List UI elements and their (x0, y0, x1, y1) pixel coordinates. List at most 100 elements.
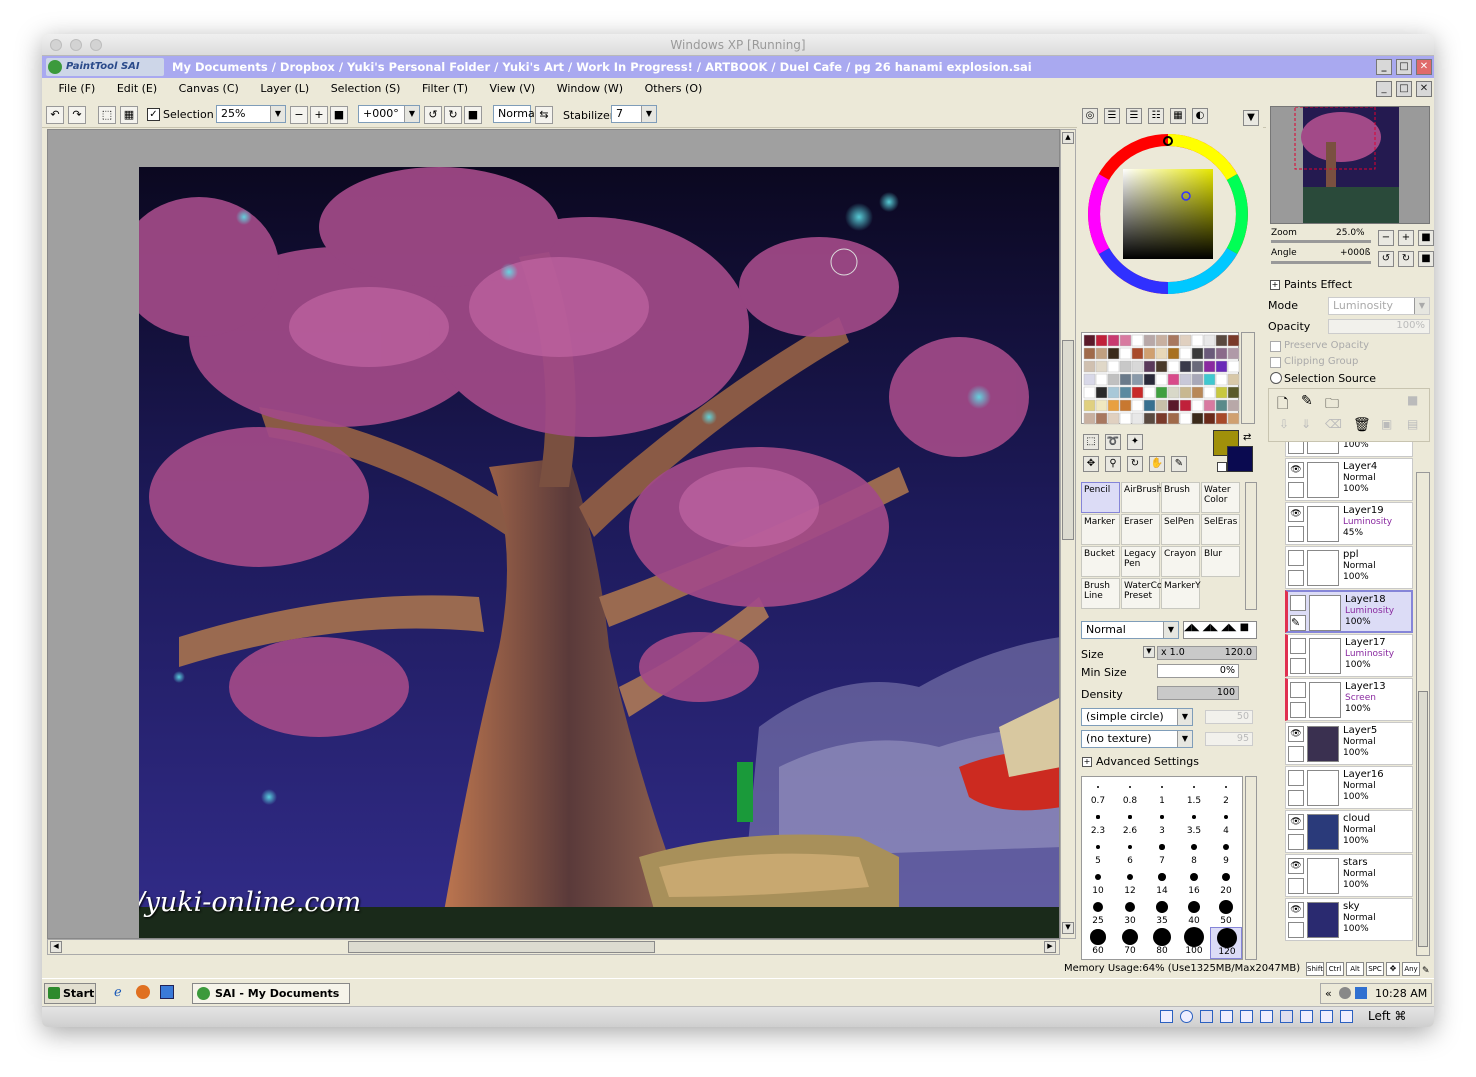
vbox-audio-icon[interactable] (1200, 1010, 1213, 1023)
vbox-display-icon[interactable] (1280, 1010, 1293, 1023)
tool-marker[interactable]: Marker (1081, 514, 1120, 545)
brush-size-30[interactable]: 30 (1114, 897, 1146, 929)
rotate-right-icon[interactable]: ↻ (444, 106, 462, 124)
brush-size-80[interactable]: 80 (1146, 927, 1178, 959)
tool-pencil[interactable]: Pencil (1081, 482, 1120, 513)
visibility-eye-icon[interactable] (1288, 550, 1304, 566)
swatch-cell[interactable] (1203, 334, 1216, 347)
layer-row-layer13[interactable]: Layer13 Screen 100% (1285, 678, 1413, 721)
swatch-cell[interactable] (1155, 412, 1168, 425)
brush-size-14[interactable]: 14 (1146, 867, 1178, 899)
brush-size-25[interactable]: 25 (1082, 897, 1114, 929)
preserve-opacity-checkbox[interactable] (1270, 341, 1281, 352)
undo-icon[interactable]: ↶ (46, 106, 64, 124)
shape-strength[interactable]: 50 (1205, 710, 1253, 724)
layer-row-layer17[interactable]: Layer17 Luminosity 100% (1285, 634, 1413, 677)
swatch-cell[interactable] (1095, 412, 1108, 425)
zoom-combo[interactable]: 25% ▼ (216, 105, 286, 123)
swatch-cell[interactable] (1203, 347, 1216, 360)
minimize-button[interactable]: _ (1376, 59, 1392, 75)
key-spc[interactable]: SPC (1366, 962, 1384, 976)
layer-row[interactable]: Normal100% (1285, 442, 1413, 457)
swatch-cell[interactable] (1227, 412, 1240, 425)
layer-row-cloud[interactable]: 👁 cloud Normal 100% (1285, 810, 1413, 853)
swatches-tab-icon[interactable]: ▦ (1170, 108, 1186, 124)
layer-lock-checkbox[interactable] (1288, 878, 1304, 894)
rotation-combo[interactable]: +000° ▼ (358, 105, 420, 123)
start-button[interactable]: Start (44, 983, 96, 1004)
swatch-cell[interactable] (1095, 360, 1108, 373)
swatch-cell[interactable] (1215, 360, 1228, 373)
swatch-cell[interactable] (1131, 399, 1144, 412)
move-icon[interactable]: ✥ (1083, 456, 1099, 472)
layer-opacity-slider[interactable]: 100% (1328, 319, 1430, 334)
swatch-cell[interactable] (1143, 386, 1156, 399)
brush-size-2.3[interactable]: 2.3 (1082, 807, 1114, 839)
visibility-eye-icon[interactable]: 👁 (1288, 858, 1304, 874)
visibility-eye-icon[interactable] (1290, 638, 1306, 654)
swatch-cell[interactable] (1155, 373, 1168, 386)
menu-selection[interactable]: Selection (S) (322, 78, 410, 100)
swatch-cell[interactable] (1215, 373, 1228, 386)
swatch-cell[interactable] (1119, 399, 1132, 412)
clipping-group-checkbox[interactable] (1270, 357, 1281, 368)
firefox-icon[interactable] (136, 985, 150, 999)
doc-close-button[interactable]: ✕ (1416, 81, 1432, 97)
swatch-cell[interactable] (1167, 360, 1180, 373)
swatch-cell[interactable] (1191, 360, 1204, 373)
swatch-cell[interactable] (1203, 373, 1216, 386)
brush-size-20[interactable]: 20 (1210, 867, 1242, 899)
canvas-viewport[interactable]: http://yuki-online.com (47, 129, 1060, 939)
key-shift[interactable]: Shift (1306, 962, 1324, 976)
min-size-slider[interactable]: 0% (1157, 664, 1239, 678)
nav-zoom-reset-icon[interactable]: ■ (1418, 230, 1434, 246)
nav-zoom-in-icon[interactable]: + (1398, 230, 1414, 246)
layer-lock-checkbox[interactable] (1288, 790, 1304, 806)
merge-down-icon[interactable]: ⇓ (1301, 417, 1311, 431)
swatch-cell[interactable] (1095, 373, 1108, 386)
canvas-hscrollbar[interactable]: ◀ ▶ (47, 939, 1060, 955)
menu-window[interactable]: Window (W) (548, 78, 632, 100)
swatch-cell[interactable] (1203, 399, 1216, 412)
vbox-hdd-icon[interactable] (1160, 1010, 1173, 1023)
swatch-cell[interactable] (1083, 334, 1096, 347)
key-ctrl[interactable]: Ctrl (1326, 962, 1344, 976)
tool-waterco-preset[interactable]: WaterCo Preset (1121, 578, 1162, 609)
close-dot[interactable] (50, 39, 62, 51)
hand-icon[interactable]: ✋ (1149, 456, 1165, 472)
swatch-cell[interactable] (1227, 334, 1240, 347)
delete-layer-icon[interactable]: 🗑 (1353, 417, 1371, 433)
brush-size-12[interactable]: 12 (1114, 867, 1146, 899)
brush-size-1[interactable]: 1 (1146, 777, 1178, 809)
selection-source-radio[interactable] (1270, 372, 1282, 384)
tray-network-icon[interactable] (1355, 987, 1367, 999)
swatch-cell[interactable] (1155, 334, 1168, 347)
vbox-shared-folder-icon[interactable] (1260, 1010, 1273, 1023)
swatch-grid[interactable] (1081, 332, 1240, 425)
redo-icon[interactable]: ↷ (68, 106, 86, 124)
swatch-cell[interactable] (1191, 399, 1204, 412)
swatch-cell[interactable] (1143, 399, 1156, 412)
menu-layer[interactable]: Layer (L) (251, 78, 318, 100)
key-alt[interactable]: Alt (1346, 962, 1364, 976)
zoom-in-icon[interactable]: + (310, 106, 328, 124)
swatch-cell[interactable] (1167, 347, 1180, 360)
ie-icon[interactable]: ℯ (114, 985, 122, 1000)
swatch-cell[interactable] (1083, 386, 1096, 399)
maximize-button[interactable]: □ (1396, 59, 1412, 75)
vbox-mouse-icon[interactable] (1340, 1010, 1353, 1023)
lasso-icon[interactable]: ➰ (1105, 434, 1121, 450)
key-any[interactable]: Any (1402, 962, 1420, 976)
doc-maximize-button[interactable]: □ (1396, 81, 1412, 97)
hsv-slider-tab-icon[interactable]: ☰ (1126, 108, 1142, 124)
layer-lock-checkbox[interactable] (1288, 834, 1304, 850)
brush-size-3[interactable]: 3 (1146, 807, 1178, 839)
menu-filter[interactable]: Filter (T) (413, 78, 477, 100)
layer-lock-checkbox[interactable] (1288, 922, 1304, 938)
expand-plus-icon[interactable]: + (1082, 757, 1092, 767)
swatch-cell[interactable] (1155, 347, 1168, 360)
brush-size-0.7[interactable]: 0.7 (1082, 777, 1114, 809)
vbox-network-icon[interactable] (1220, 1010, 1233, 1023)
rgb-slider-tab-icon[interactable]: ☰ (1104, 108, 1120, 124)
swatch-cell[interactable] (1107, 347, 1120, 360)
